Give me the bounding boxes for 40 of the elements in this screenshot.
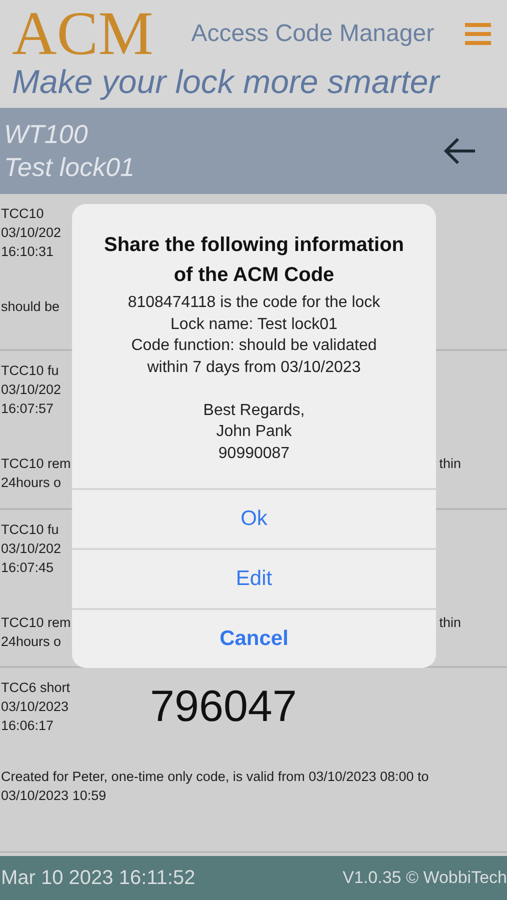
code-name: TCC10 fu [1, 521, 60, 539]
code-description: Created for Peter, one-time only code, is valid from 03/10/2023 08:00 to 03/10/2023 10:59 [1, 768, 430, 805]
code-date: 03/10/202 [1, 224, 62, 242]
dialog-signature-line: John Pank [216, 422, 292, 442]
code-description: thin [439, 614, 461, 632]
code-date: 03/10/202 [1, 540, 62, 558]
code-description: thin [439, 455, 461, 473]
code-description: TCC10 rem [1, 614, 71, 632]
status-datetime: Mar 10 2023 16:11:52 [1, 866, 196, 891]
code-time: 16:10:31 [1, 243, 55, 261]
dialog-message-line: 8108474118 is the code for the lock [128, 293, 380, 313]
dialog-message-line: Code function: should be validated [131, 336, 377, 356]
dialog-button[interactable]: Edit [72, 548, 436, 608]
code-time: 16:06:17 [1, 717, 55, 735]
code-description: TCC10 rem [1, 455, 71, 473]
app-logo: ACM [12, 2, 154, 66]
code-description: 24hours o [1, 474, 62, 492]
app-name: Access Code Manager [191, 19, 434, 49]
dialog-title: Share the following information of the ACM Code [103, 233, 405, 288]
access-code: 796047 [150, 682, 297, 732]
code-name: TCC10 [1, 205, 45, 223]
dialog-button[interactable]: Cancel [72, 608, 436, 668]
status-version: V1.0.35 © WobbiTech [342, 867, 507, 890]
code-date: 03/10/202 [1, 381, 62, 399]
lock-name: Test lock01 [4, 151, 135, 184]
code-date: 03/10/2023 [1, 698, 70, 716]
lock-model: WT100 [4, 118, 89, 151]
tagline: Make your lock more smarter [12, 64, 442, 100]
back-arrow-icon[interactable] [443, 137, 477, 165]
code-name: TCC10 fu [1, 362, 60, 380]
code-time: 16:07:45 [1, 559, 55, 577]
dialog-button[interactable]: Ok [72, 488, 436, 548]
dialog-signature-line: Best Regards, [203, 400, 305, 420]
code-time: 16:07:57 [1, 400, 55, 418]
dialog-message-line: within 7 days from 03/10/2023 [147, 358, 361, 378]
dialog-signature-line: 90990087 [218, 444, 290, 464]
dialog-message-line: Lock name: Test lock01 [170, 314, 338, 334]
code-description: should be [1, 298, 60, 316]
code-description: 24hours o [1, 633, 62, 651]
code-name: TCC6 short [1, 679, 70, 697]
